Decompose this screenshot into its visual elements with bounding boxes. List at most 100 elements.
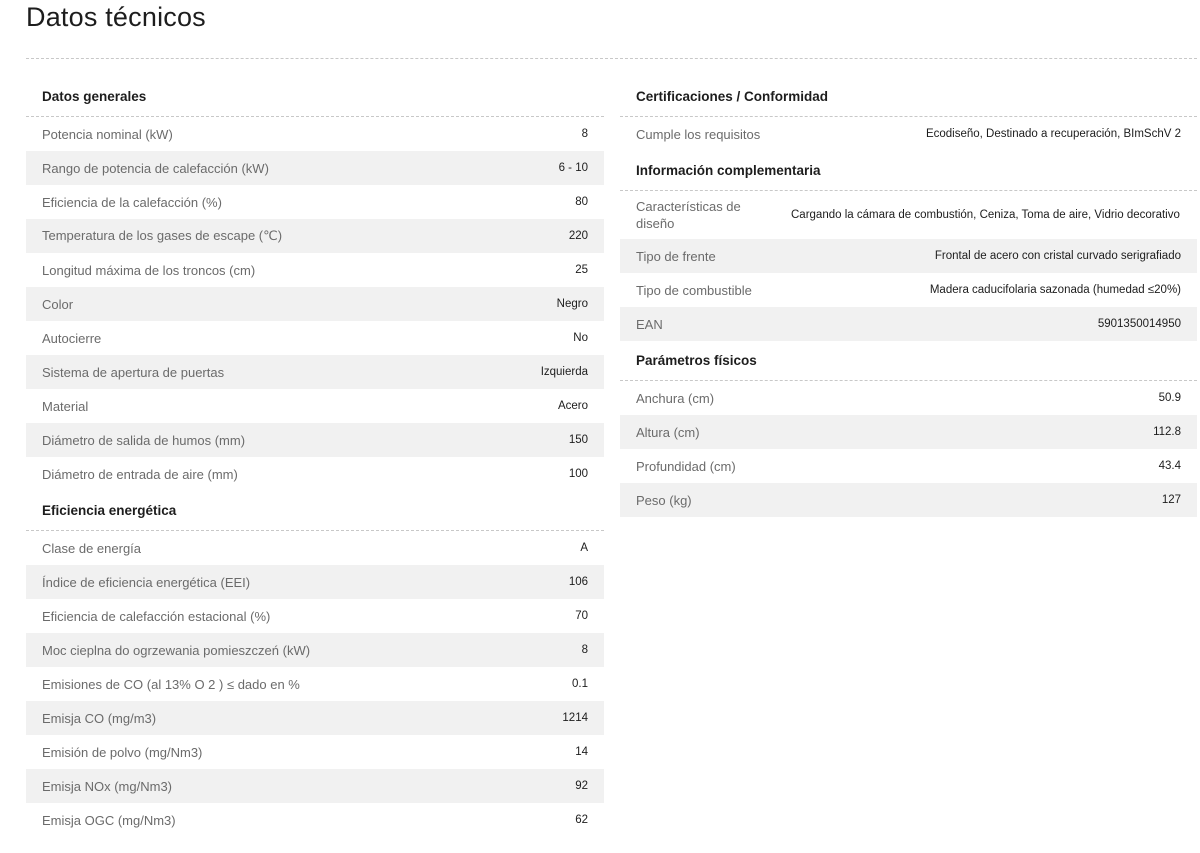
section-title: Eficiencia energética bbox=[26, 491, 604, 531]
spec-row: Índice de eficiencia energética (EEI) 106 bbox=[26, 565, 604, 599]
spec-label: Altura (cm) bbox=[636, 424, 700, 440]
spec-row: Tipo de frente Frontal de acero con crist… bbox=[620, 239, 1197, 273]
spec-label: Diámetro de salida de humos (mm) bbox=[42, 432, 246, 448]
right-column: Certificaciones / Conformidad Cumple los… bbox=[620, 77, 1197, 517]
spec-label: Material bbox=[42, 398, 89, 414]
spec-label: Emisión de polvo (mg/Nm3) bbox=[42, 744, 203, 760]
spec-row: Emisja OGC (mg/Nm3) 62 bbox=[26, 803, 604, 837]
section-certifications: Certificaciones / Conformidad Cumple los… bbox=[620, 77, 1197, 151]
spec-label: Color bbox=[42, 296, 74, 312]
spec-label: Potencia nominal (kW) bbox=[42, 126, 173, 142]
title-divider bbox=[26, 58, 1197, 59]
spec-row: Altura (cm) 112.8 bbox=[620, 415, 1197, 449]
spec-label: Eficiencia de calefacción estacional (%) bbox=[42, 608, 271, 624]
spec-value: 80 bbox=[575, 196, 588, 208]
spec-value: 106 bbox=[568, 576, 588, 588]
section-additional-info: Información complementaria Característic… bbox=[620, 151, 1197, 341]
spec-row: Clase de energía A bbox=[26, 531, 604, 565]
spec-row: Sistema de apertura de puertas Izquierda bbox=[26, 355, 604, 389]
spec-label: Clase de energía bbox=[42, 540, 142, 556]
spec-value: 70 bbox=[575, 610, 588, 622]
spec-row: Profundidad (cm) 43.4 bbox=[620, 449, 1197, 483]
spec-row: Eficiencia de la calefacción (%) 80 bbox=[26, 185, 604, 219]
spec-value: 5901350014950 bbox=[1097, 318, 1181, 330]
spec-row: Longitud máxima de los troncos (cm) 25 bbox=[26, 253, 604, 287]
spec-row: Moc cieplna do ogrzewania pomieszczeń (k… bbox=[26, 633, 604, 667]
spec-value: Ecodiseño, Destinado a recuperación, BIm… bbox=[925, 128, 1181, 140]
section-title: Información complementaria bbox=[620, 151, 1197, 191]
section-physical-params: Parámetros físicos Anchura (cm) 50.9 Altu… bbox=[620, 341, 1197, 517]
spec-row: Emisja CO (mg/m3) 1214 bbox=[26, 701, 604, 735]
spec-label: Autocierre bbox=[42, 330, 102, 346]
spec-value: Madera caducifolaria sazonada (humedad ≤… bbox=[929, 284, 1181, 296]
spec-label: Emisja OGC (mg/Nm3) bbox=[42, 812, 176, 828]
spec-row: Temperatura de los gases de escape (℃) 22… bbox=[26, 219, 604, 253]
spec-row: Diámetro de entrada de aire (mm) 100 bbox=[26, 457, 604, 491]
spec-value: Negro bbox=[556, 298, 588, 310]
section-title: Datos generales bbox=[26, 77, 604, 117]
section-title: Certificaciones / Conformidad bbox=[620, 77, 1197, 117]
spec-label: Eficiencia de la calefacción (%) bbox=[42, 194, 222, 210]
spec-value: Cargando la cámara de combustión, Ceniza… bbox=[791, 208, 1180, 221]
spec-row: Anchura (cm) 50.9 bbox=[620, 381, 1197, 415]
spec-row: Eficiencia de calefacción estacional (%)… bbox=[26, 599, 604, 633]
spec-label: Profundidad (cm) bbox=[636, 458, 736, 474]
spec-value: 14 bbox=[575, 746, 588, 758]
section-general-data: Datos generales Potencia nominal (kW) 8 R… bbox=[26, 77, 604, 491]
spec-label: Cumple los requisitos bbox=[636, 126, 761, 142]
spec-label: Índice de eficiencia energética (EEI) bbox=[42, 574, 251, 590]
spec-row: Color Negro bbox=[26, 287, 604, 321]
spec-value: Acero bbox=[557, 400, 588, 412]
spec-row: Características de diseño Cargando la cám… bbox=[620, 191, 1197, 239]
spec-label: Anchura (cm) bbox=[636, 390, 715, 406]
spec-row: Rango de potencia de calefacción (kW) 6 -… bbox=[26, 151, 604, 185]
spec-value: A bbox=[580, 542, 588, 554]
spec-row: Emisiones de CO (al 13% O 2 ) ≤ dado en … bbox=[26, 667, 604, 701]
spec-row: EAN 5901350014950 bbox=[620, 307, 1197, 341]
spec-value: 220 bbox=[568, 230, 588, 242]
spec-value: 150 bbox=[568, 434, 588, 446]
spec-row: Emisja NOx (mg/Nm3) 92 bbox=[26, 769, 604, 803]
spec-row: Material Acero bbox=[26, 389, 604, 423]
spec-row: Cumple los requisitos Ecodiseño, Destinad… bbox=[620, 117, 1197, 151]
spec-value: 127 bbox=[1161, 494, 1181, 506]
spec-label: Emisiones de CO (al 13% O 2 ) ≤ dado en … bbox=[42, 676, 300, 692]
spec-label: Características de diseño bbox=[636, 199, 741, 231]
spec-value: 62 bbox=[575, 814, 588, 826]
spec-value: 100 bbox=[568, 468, 588, 480]
spec-label: Tipo de frente bbox=[636, 248, 716, 264]
spec-label: Tipo de combustible bbox=[636, 282, 752, 298]
section-title: Parámetros físicos bbox=[620, 341, 1197, 381]
spec-row: Diámetro de salida de humos (mm) 150 bbox=[26, 423, 604, 457]
spec-label: Peso (kg) bbox=[636, 492, 692, 508]
spec-label: Rango de potencia de calefacción (kW) bbox=[42, 160, 269, 176]
spec-value: No bbox=[573, 332, 588, 344]
spec-value: 92 bbox=[575, 780, 588, 792]
spec-value: 0.1 bbox=[572, 678, 588, 690]
spec-value: 6 - 10 bbox=[558, 162, 588, 174]
spec-label: Longitud máxima de los troncos (cm) bbox=[42, 262, 256, 278]
spec-value: 50.9 bbox=[1158, 392, 1181, 404]
spec-label: Emisja CO (mg/m3) bbox=[42, 710, 157, 726]
spec-label: Moc cieplna do ogrzewania pomieszczeń (k… bbox=[42, 642, 311, 658]
spec-label: Sistema de apertura de puertas bbox=[42, 364, 225, 380]
left-column: Datos generales Potencia nominal (kW) 8 R… bbox=[26, 77, 604, 837]
spec-value: Izquierda bbox=[540, 366, 588, 378]
spec-row: Emisión de polvo (mg/Nm3) 14 bbox=[26, 735, 604, 769]
spec-label: Emisja NOx (mg/Nm3) bbox=[42, 778, 173, 794]
spec-value: 8 bbox=[581, 644, 588, 656]
page-title: Datos técnicos bbox=[26, 2, 206, 32]
spec-value: 43.4 bbox=[1158, 460, 1181, 472]
spec-value: 8 bbox=[581, 128, 588, 140]
spec-value: Frontal de acero con cristal curvado ser… bbox=[934, 250, 1181, 262]
spec-label: EAN bbox=[636, 316, 663, 332]
spec-row: Tipo de combustible Madera caducifolaria … bbox=[620, 273, 1197, 307]
spec-label: Diámetro de entrada de aire (mm) bbox=[42, 466, 238, 482]
spec-value: 1214 bbox=[562, 712, 588, 724]
section-energy-efficiency: Eficiencia energética Clase de energía A … bbox=[26, 491, 604, 837]
spec-value: 112.8 bbox=[1153, 426, 1181, 438]
spec-row: Peso (kg) 127 bbox=[620, 483, 1197, 517]
spec-row: Potencia nominal (kW) 8 bbox=[26, 117, 604, 151]
spec-row: Autocierre No bbox=[26, 321, 604, 355]
spec-label: Temperatura de los gases de escape (℃) bbox=[42, 228, 283, 243]
